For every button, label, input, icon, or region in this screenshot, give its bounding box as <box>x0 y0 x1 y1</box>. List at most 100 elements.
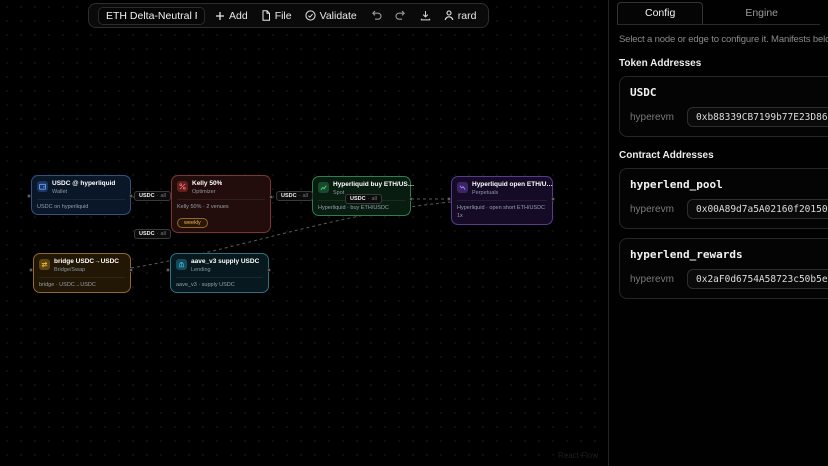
node-title: Hyperliquid open ETH/US... <box>472 181 556 188</box>
flow-canvas[interactable]: Add File Validate <box>0 0 608 466</box>
validate-button-label: Validate <box>320 10 357 22</box>
edge-label[interactable]: USDC · all <box>276 191 313 201</box>
edge-label-token: USDC <box>139 193 155 199</box>
node-subtitle: Optimizer <box>192 189 222 195</box>
file-button-label: File <box>275 10 292 22</box>
sidebar-tabs: Config Engine <box>617 2 820 25</box>
edge-label-token: USDC <box>139 231 155 237</box>
node-handle[interactable] <box>27 194 31 198</box>
usdc-address-input[interactable] <box>687 107 828 127</box>
node-subtitle: Perpetuals <box>472 190 556 196</box>
check-circle-icon <box>305 10 316 21</box>
node-handle[interactable] <box>29 268 33 272</box>
node-title: USDC @ hyperliquid <box>52 180 115 187</box>
flow-title-input[interactable] <box>98 7 205 25</box>
tab-config[interactable]: Config <box>617 2 703 24</box>
token-addresses-title: Token Addresses <box>619 58 828 69</box>
contract-card-hyperlend-pool: hyperlend_pool hyperevm <box>619 168 828 229</box>
edge-label-amount: all <box>302 193 308 199</box>
config-sidebar: Config Engine Select a node or edge to c… <box>608 0 828 466</box>
undo-button[interactable] <box>367 8 385 23</box>
redo-button[interactable] <box>392 8 410 23</box>
node-header: bridge USDC→USDC Bridge/Swap <box>39 258 125 273</box>
node-caption: aave_v3 · supply USDC <box>176 277 263 289</box>
trend-icon <box>457 182 468 193</box>
token-card-usdc: USDC hyperevm <box>619 76 828 137</box>
file-button[interactable]: File <box>258 8 295 24</box>
node-caption: USDC on hyperliquid <box>37 199 125 211</box>
node-header: aave_v3 supply USDC Lending <box>176 258 263 273</box>
node-handle[interactable] <box>166 268 170 272</box>
address-row: hyperevm <box>630 269 828 289</box>
edge-label-sep: · <box>299 193 301 199</box>
reactflow-attribution: React Flow <box>558 451 598 460</box>
node-caption: Hyperliquid · open short ETH/USDC 1x <box>457 200 547 221</box>
edge-label-amount: all <box>160 193 166 199</box>
tab-engine[interactable]: Engine <box>703 2 820 24</box>
redo-icon <box>395 10 407 21</box>
download-icon <box>420 10 431 21</box>
node-title: Kelly 50% <box>192 180 222 187</box>
user-icon <box>444 10 454 21</box>
node-hyperliquid-open-short[interactable]: Hyperliquid open ETH/US... Perpetuals Hy… <box>451 176 553 225</box>
node-handle[interactable] <box>267 268 271 272</box>
hyperlend-rewards-address-input[interactable] <box>687 269 828 289</box>
sidebar-body: Select a node or edge to configure it. M… <box>609 25 828 299</box>
download-button[interactable] <box>417 8 434 23</box>
node-handle[interactable] <box>551 197 555 201</box>
file-icon <box>261 10 271 21</box>
contract-card-hyperlend-rewards: hyperlend_rewards hyperevm <box>619 238 828 299</box>
contract-name: hyperlend_pool <box>630 178 828 191</box>
node-handle[interactable] <box>269 195 273 199</box>
bank-icon <box>176 259 187 270</box>
edge-label-token: USDC <box>281 193 297 199</box>
address-row: hyperevm <box>630 199 828 219</box>
node-caption: bridge · USDC→USDC <box>39 277 125 289</box>
chain-label: hyperevm <box>630 112 680 123</box>
node-handle[interactable] <box>447 197 451 201</box>
node-aave-supply[interactable]: aave_v3 supply USDC Lending aave_v3 · su… <box>170 253 269 293</box>
add-button-label: Add <box>229 10 248 22</box>
node-subtitle: Lending <box>191 267 259 273</box>
edge-label-sep: · <box>368 196 370 202</box>
node-title: bridge USDC→USDC <box>54 258 119 265</box>
validate-button[interactable]: Validate <box>302 8 360 24</box>
token-name: USDC <box>630 86 828 99</box>
node-title: Hyperliquid buy ETH/USDC <box>333 181 417 188</box>
edge-label[interactable]: USDC · all <box>134 229 171 239</box>
percent-icon <box>177 181 188 192</box>
edge-label-amount: all <box>160 231 166 237</box>
node-usdc-wallet[interactable]: USDC @ hyperliquid Wallet USDC on hyperl… <box>31 175 131 215</box>
edge-label[interactable]: USDC · all <box>345 194 382 204</box>
contract-name: hyperlend_rewards <box>630 248 828 261</box>
node-handle[interactable] <box>129 194 133 198</box>
schedule-badge: weekly <box>177 218 208 228</box>
edge-label-token: USDC <box>350 196 366 202</box>
chart-up-icon <box>318 182 329 193</box>
node-kelly-optimizer[interactable]: Kelly 50% Optimizer Kelly 50% · 2 venues… <box>171 175 271 233</box>
bridge-swap-icon <box>39 259 50 270</box>
hyperlend-pool-address-input[interactable] <box>687 199 828 219</box>
node-caption: Kelly 50% · 2 venues <box>177 199 265 211</box>
edge-label[interactable]: USDC · all <box>134 191 171 201</box>
address-row: hyperevm <box>630 107 828 127</box>
node-subtitle: Bridge/Swap <box>54 267 119 273</box>
app-window: Add File Validate <box>0 0 828 466</box>
user-button[interactable]: rard <box>441 8 480 24</box>
add-button[interactable]: Add <box>212 8 251 24</box>
node-bridge[interactable]: bridge USDC→USDC Bridge/Swap bridge · US… <box>33 253 131 293</box>
node-handle[interactable] <box>129 268 133 272</box>
edges-layer <box>0 0 608 466</box>
wallet-icon <box>37 181 48 192</box>
node-title: aave_v3 supply USDC <box>191 258 259 265</box>
chain-label: hyperevm <box>630 274 680 285</box>
node-header: USDC @ hyperliquid Wallet <box>37 180 125 195</box>
edge-label-sep: · <box>157 231 159 237</box>
undo-icon <box>370 10 382 21</box>
plus-icon <box>215 11 225 21</box>
node-header: Kelly 50% Optimizer <box>177 180 265 195</box>
chain-label: hyperevm <box>630 204 680 215</box>
node-header: Hyperliquid open ETH/US... Perpetuals <box>457 181 547 196</box>
node-handle[interactable] <box>409 197 413 201</box>
toolbar: Add File Validate <box>88 3 489 28</box>
